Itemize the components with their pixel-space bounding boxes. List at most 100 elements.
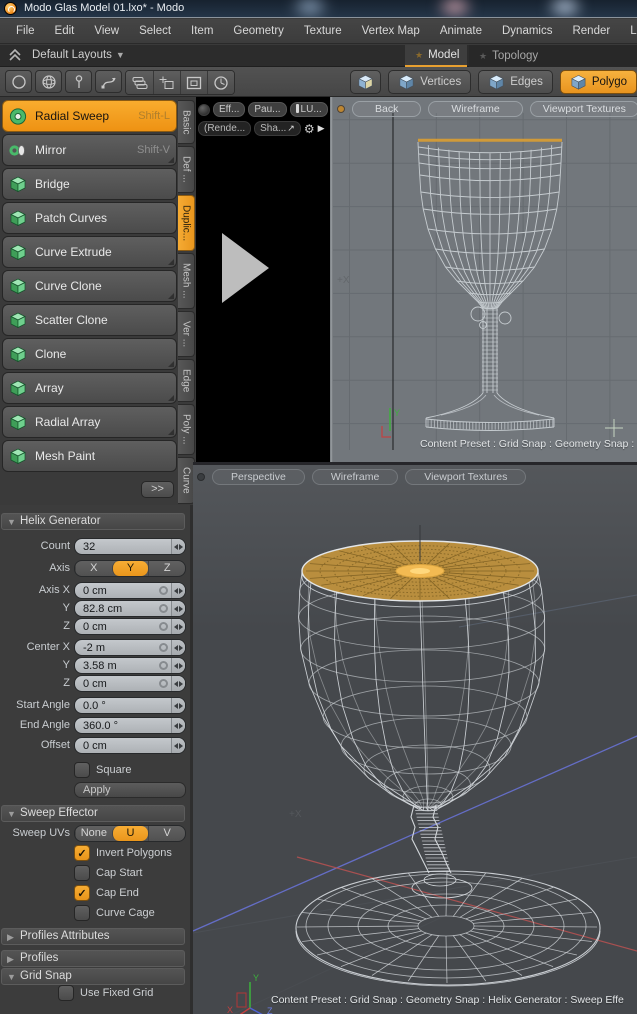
- preview-tab-lut[interactable]: LU...: [289, 102, 328, 117]
- menu-item[interactable]: Select: [129, 25, 181, 37]
- tool-category-tab[interactable]: Ver ...: [178, 310, 195, 357]
- apply-button[interactable]: Apply: [74, 782, 186, 798]
- more-tools-button[interactable]: >>: [141, 481, 174, 498]
- falloff-icon[interactable]: [180, 71, 207, 94]
- center-z-field[interactable]: 0 cm: [74, 675, 186, 692]
- action-center-icon[interactable]: [153, 71, 180, 94]
- offset-field[interactable]: 0 cm: [74, 737, 186, 754]
- gear-icon[interactable]: ⚙: [304, 123, 315, 135]
- clock-icon[interactable]: [207, 71, 234, 94]
- tool-category-tab[interactable]: Def ...: [178, 146, 195, 194]
- viewport-dot-icon[interactable]: [197, 473, 205, 481]
- spinner-icon[interactable]: [171, 583, 185, 598]
- tool-category-tab[interactable]: Edge: [178, 358, 195, 403]
- profiles-header[interactable]: ▶ Profiles: [1, 950, 185, 967]
- axis-option[interactable]: X: [75, 561, 112, 576]
- spinner-icon[interactable]: [171, 640, 185, 655]
- spinner-icon[interactable]: [171, 718, 185, 733]
- reset-ring-icon[interactable]: [159, 679, 168, 688]
- start-angle-field[interactable]: 0.0 °: [74, 697, 186, 714]
- back-viewport-canvas[interactable]: Y +X: [333, 97, 637, 462]
- tool-button[interactable]: Array: [2, 372, 177, 404]
- menu-item[interactable]: View: [84, 25, 129, 37]
- big-play-triangle-icon[interactable]: [222, 233, 269, 303]
- menu-item[interactable]: Texture: [294, 25, 352, 37]
- pin-layout-icon[interactable]: [8, 49, 22, 62]
- count-field[interactable]: 32: [74, 538, 186, 555]
- menu-item[interactable]: Item: [181, 25, 223, 37]
- ellipse-icon[interactable]: [5, 70, 32, 93]
- tool-button[interactable]: Radial Array: [2, 406, 177, 438]
- tool-category-tab[interactable]: Duplic...: [178, 195, 195, 252]
- uv-option[interactable]: U: [111, 826, 149, 841]
- spinner-icon[interactable]: [171, 601, 185, 616]
- menu-item[interactable]: Layout: [620, 25, 637, 37]
- tool-button[interactable]: Radial Sweep Shift-L: [2, 100, 177, 132]
- preview-tab-effects[interactable]: Eff...: [213, 102, 246, 117]
- end-angle-field[interactable]: 360.0 °: [74, 717, 186, 734]
- checkbox[interactable]: ✓: [74, 885, 90, 901]
- menu-item[interactable]: Animate: [430, 25, 492, 37]
- preview-tab-pause[interactable]: Pau...: [248, 102, 287, 117]
- reset-ring-icon[interactable]: [159, 622, 168, 631]
- spinner-icon[interactable]: [171, 698, 185, 713]
- bezier-icon[interactable]: [95, 70, 122, 93]
- sphere-icon[interactable]: [35, 70, 62, 93]
- menu-item[interactable]: Edit: [45, 25, 85, 37]
- render-preview-panel[interactable]: Eff... Pau... LU... (Rende... Sha...↗ ⚙ …: [196, 97, 330, 462]
- menu-item[interactable]: File: [6, 25, 45, 37]
- preview-sphere-icon[interactable]: [198, 103, 210, 116]
- reset-ring-icon[interactable]: [159, 586, 168, 595]
- helix-generator-header[interactable]: ▼ Helix Generator: [1, 513, 185, 530]
- axis-x-field[interactable]: 0 cm: [74, 582, 186, 599]
- sweep-effector-header[interactable]: ▼ Sweep Effector: [1, 805, 185, 822]
- axis-z-field[interactable]: 0 cm: [74, 618, 186, 635]
- menu-item[interactable]: Dynamics: [492, 25, 562, 37]
- uv-option[interactable]: None: [75, 826, 112, 841]
- tool-category-tab[interactable]: Basic: [178, 100, 195, 145]
- layout-preset-dropdown[interactable]: Default Layouts ▼: [32, 49, 125, 61]
- tool-button[interactable]: Bridge: [2, 168, 177, 200]
- reset-ring-icon[interactable]: [159, 604, 168, 613]
- tool-button[interactable]: Curve Extrude: [2, 236, 177, 268]
- play-icon[interactable]: ▶: [318, 123, 325, 134]
- spinner-icon[interactable]: [171, 676, 185, 691]
- tab-model[interactable]: ★ Model: [405, 45, 467, 67]
- tool-category-tab[interactable]: Poly ...: [178, 404, 195, 455]
- view-type-button[interactable]: Perspective: [212, 469, 305, 485]
- profiles-attributes-header[interactable]: ▶ Profiles Attributes: [1, 928, 185, 945]
- center-x-field[interactable]: -2 m: [74, 639, 186, 656]
- square-checkbox[interactable]: ✓: [74, 762, 90, 778]
- checkbox[interactable]: ✓: [74, 905, 90, 921]
- tool-button[interactable]: Mirror Shift-V: [2, 134, 177, 166]
- center-y-field[interactable]: 3.58 m: [74, 657, 186, 674]
- reset-ring-icon[interactable]: [159, 643, 168, 652]
- axis-option[interactable]: Y: [111, 561, 149, 576]
- mode-button[interactable]: Vertices: [388, 70, 472, 94]
- uv-option[interactable]: V: [148, 826, 185, 841]
- grid-snap-header[interactable]: ▼ Grid Snap: [1, 968, 185, 985]
- view-type-button[interactable]: Back: [352, 101, 422, 117]
- pin-icon[interactable]: [65, 70, 92, 93]
- menu-item[interactable]: Render: [562, 25, 620, 37]
- items-mode-button[interactable]: [350, 70, 382, 94]
- reset-ring-icon[interactable]: [159, 661, 168, 670]
- tool-button[interactable]: Scatter Clone: [2, 304, 177, 336]
- shader-dropdown[interactable]: Sha...↗: [254, 121, 301, 136]
- menu-item[interactable]: Geometry: [223, 25, 294, 37]
- axis-y-field[interactable]: 82.8 cm: [74, 600, 186, 617]
- mode-button[interactable]: Polygo: [559, 70, 637, 94]
- shading-mode-button[interactable]: Wireframe: [428, 101, 523, 117]
- viewport-dot-icon[interactable]: [337, 105, 345, 113]
- layers-icon[interactable]: [126, 71, 153, 94]
- spinner-icon[interactable]: [171, 658, 185, 673]
- tool-button[interactable]: Mesh Paint: [2, 440, 177, 472]
- render-dropdown[interactable]: (Rende...: [198, 121, 252, 136]
- spinner-icon[interactable]: [171, 738, 185, 753]
- window-titlebar[interactable]: Modo Glas Model 01.lxo* - Modo: [0, 0, 637, 18]
- tool-category-tab[interactable]: Mesh ...: [178, 253, 195, 309]
- tool-button[interactable]: Patch Curves: [2, 202, 177, 234]
- tool-button[interactable]: Clone: [2, 338, 177, 370]
- axis-option[interactable]: Z: [148, 561, 185, 576]
- tool-button[interactable]: Curve Clone: [2, 270, 177, 302]
